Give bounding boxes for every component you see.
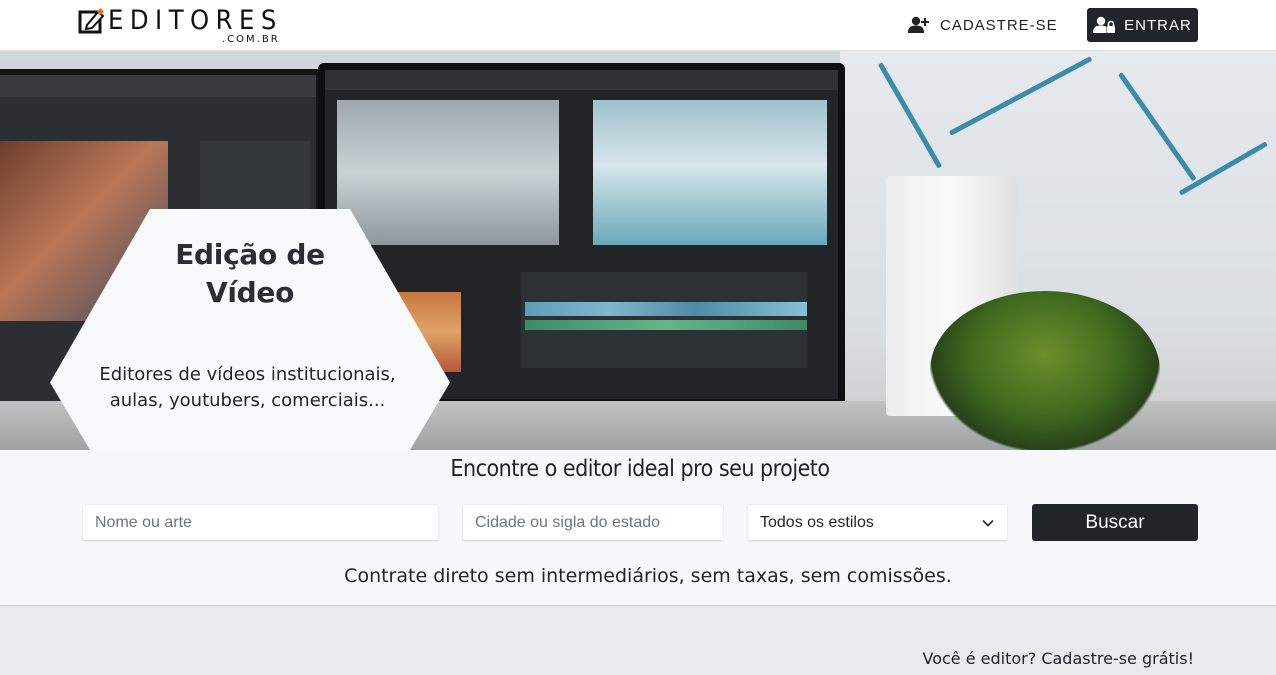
signup-link[interactable]: CADASTRE-SE: [908, 14, 1058, 36]
city-search-input[interactable]: Cidade ou sigla do estado: [462, 504, 724, 541]
editor-signup-link[interactable]: Você é editor? Cadastre-se grátis!: [923, 649, 1194, 668]
login-label: ENTRAR: [1124, 16, 1192, 34]
hero-decoration: [0, 75, 316, 97]
hero-decoration: [525, 320, 807, 330]
login-button[interactable]: ENTRAR: [1087, 8, 1198, 42]
site-logo[interactable]: EDITORES .COM.BR: [78, 6, 283, 48]
signup-label: CADASTRE-SE: [940, 16, 1058, 34]
user-lock-icon: [1093, 16, 1116, 33]
hero-decoration: [337, 100, 559, 245]
site-header: EDITORES .COM.BR CADASTRE-SE ENTRAR: [0, 0, 1276, 51]
search-button[interactable]: Buscar: [1032, 504, 1198, 541]
style-select-value: Todos os estilos: [760, 514, 874, 531]
style-select[interactable]: Todos os estilos: [747, 504, 1008, 541]
chevron-down-icon: [982, 519, 994, 527]
hero-decoration: [930, 291, 1160, 450]
hero-decoration: [325, 70, 838, 90]
name-search-input[interactable]: Nome ou arte: [82, 504, 439, 541]
tagline: Contrate direto sem intermediários, sem …: [344, 565, 952, 587]
hero-title: Edição de Vídeo: [175, 238, 325, 309]
hero-decoration: [593, 100, 827, 245]
search-heading: Encontre o editor ideal pro seu projeto: [450, 456, 830, 482]
hero-description: Editores de vídeos institucionais, aulas…: [99, 364, 396, 411]
hero-decoration: [525, 302, 807, 316]
logo-text: EDITORES: [108, 5, 283, 36]
user-plus-icon: [908, 16, 929, 33]
logo-domain: .COM.BR: [222, 34, 280, 45]
pencil-square-icon: [78, 8, 104, 34]
